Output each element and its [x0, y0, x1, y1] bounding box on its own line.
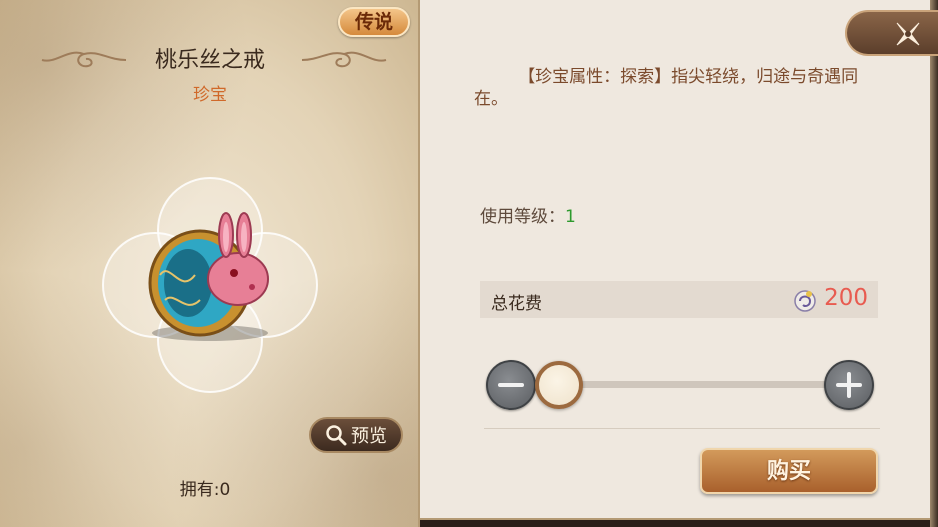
search-icon: [326, 425, 347, 446]
decrease-quantity-button[interactable]: [486, 360, 536, 410]
close-button[interactable]: [845, 10, 938, 56]
required-level: 使用等级：1: [480, 202, 576, 227]
currency-icon: [794, 290, 816, 312]
panel-edge: [930, 0, 938, 527]
increase-quantity-button[interactable]: [824, 360, 874, 410]
total-cost-bar: 总花费 200: [480, 281, 878, 318]
item-description: 【珍宝属性：探索】指尖轻绕，归途与奇遇同在。: [474, 67, 859, 109]
preview-label: 预览: [351, 426, 387, 447]
cost-label: 总花费: [491, 294, 542, 314]
level-label: 使用等级：: [480, 207, 565, 227]
shop-purchase-dialog: 传说 桃乐丝之戒 珍宝 预览 拥有:0 【珍宝属性：探索】指尖轻绕，归途与奇遇同…: [0, 0, 938, 527]
divider: [484, 428, 880, 429]
owned-count: 拥有:0: [179, 480, 231, 500]
buy-button[interactable]: 购买: [700, 448, 878, 494]
cost-value: 200: [824, 285, 868, 311]
level-value: 1: [565, 207, 576, 227]
rarity-badge: 传说: [338, 7, 410, 37]
rabbit-ring-icon: [148, 212, 269, 341]
item-type: 珍宝: [193, 85, 227, 105]
item-showcase-panel: 传说 桃乐丝之戒 珍宝 预览 拥有:0: [0, 0, 420, 527]
item-name: 桃乐丝之戒: [154, 48, 265, 73]
quantity-slider-thumb[interactable]: [535, 361, 583, 409]
close-icon: [896, 22, 920, 46]
preview-button[interactable]: 预览: [309, 417, 403, 453]
